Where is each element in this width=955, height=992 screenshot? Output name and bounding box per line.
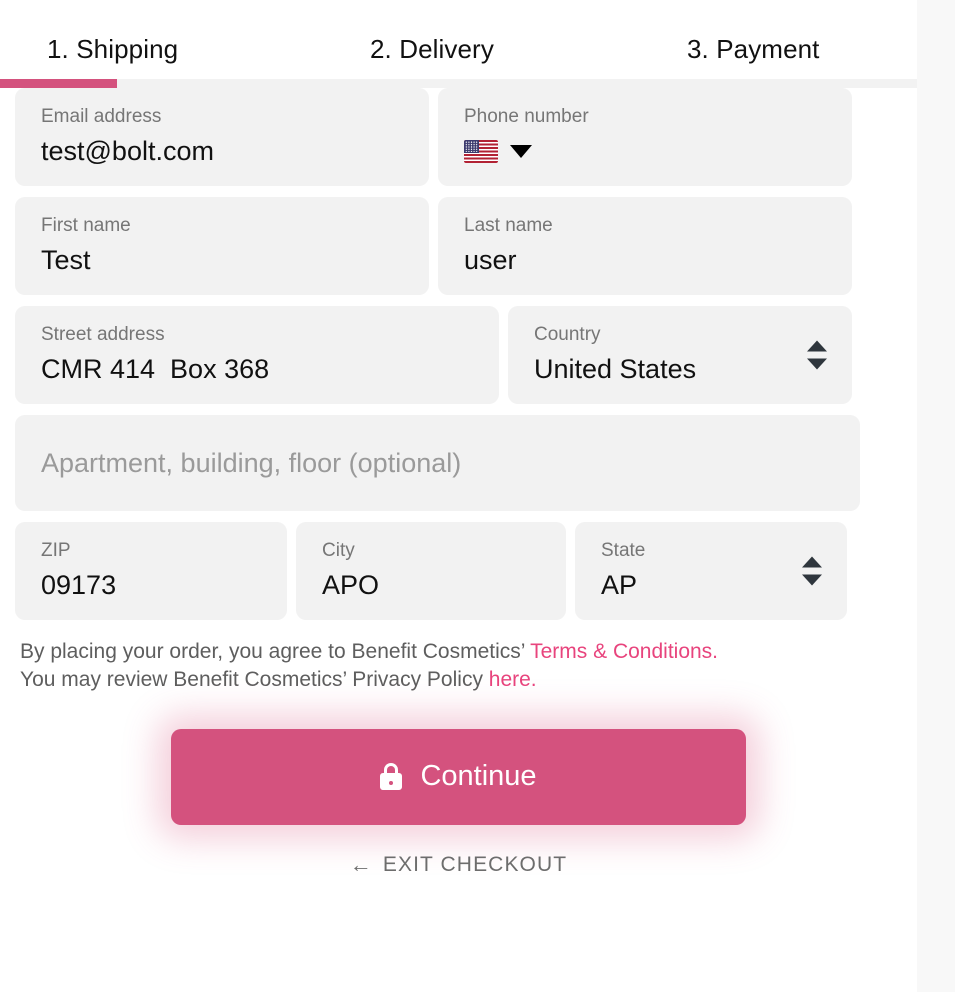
email-field-label: Email address — [41, 106, 162, 127]
country-select-label: Country — [534, 324, 601, 345]
form-row-apartment: Apartment, building, floor (optional) — [15, 415, 902, 511]
exit-checkout-label: EXIT CHECKOUT — [382, 852, 568, 876]
right-side-panel — [917, 0, 955, 992]
terms-and-conditions-link[interactable]: Terms & Conditions. — [530, 640, 718, 663]
last-name-field-label: Last name — [464, 215, 553, 236]
email-field-value: test@bolt.com — [41, 135, 214, 166]
first-name-field-value: Test — [41, 244, 91, 275]
chevron-down-icon[interactable] — [510, 145, 532, 159]
exit-checkout-link[interactable]: ← EXIT CHECKOUT — [350, 853, 567, 877]
privacy-policy-here-link[interactable]: here. — [489, 668, 537, 691]
checkout-panel: 1. Shipping 2. Delivery 3. Payment Email… — [0, 0, 917, 992]
zip-field[interactable]: ZIP 09173 — [15, 522, 287, 620]
last-name-field[interactable]: Last name user — [438, 197, 852, 295]
phone-field-label: Phone number — [464, 106, 589, 127]
phone-country-selector[interactable] — [464, 135, 826, 169]
form-row-name: First name Test Last name user — [15, 197, 902, 295]
state-select-label: State — [601, 540, 646, 561]
checkout-steps: 1. Shipping 2. Delivery 3. Payment — [0, 0, 917, 88]
first-name-field-label: First name — [41, 215, 131, 236]
arrow-left-icon: ← — [349, 851, 373, 877]
tab-payment[interactable]: 3. Payment — [687, 34, 820, 65]
form-row-contact: Email address test@bolt.com Phone number — [15, 88, 902, 186]
progress-fill — [0, 79, 117, 88]
tab-shipping[interactable]: 1. Shipping — [47, 34, 178, 65]
street-address-field[interactable]: Street address CMR 414 Box 368 — [15, 306, 499, 404]
continue-button-container: Continue — [0, 728, 917, 825]
state-select-value: AP — [601, 569, 638, 600]
shipping-form: Email address test@bolt.com Phone number… — [0, 88, 917, 877]
apartment-field-placeholder: Apartment, building, floor (optional) — [41, 447, 462, 478]
tab-shipping-label: 1. Shipping — [47, 34, 179, 64]
continue-button-label: Continue — [420, 760, 537, 793]
up-down-arrows-icon[interactable] — [802, 556, 822, 586]
tab-delivery-label: 2. Delivery — [370, 34, 494, 64]
country-select[interactable]: Country United States — [508, 306, 852, 404]
email-field[interactable]: Email address test@bolt.com — [15, 88, 429, 186]
state-select[interactable]: State AP — [575, 522, 847, 620]
phone-field[interactable]: Phone number — [438, 88, 852, 186]
city-field-label: City — [322, 540, 355, 561]
us-flag-icon — [464, 140, 498, 164]
up-down-arrows-icon[interactable] — [807, 340, 827, 370]
continue-button[interactable]: Continue — [171, 728, 746, 825]
legal-disclaimer: By placing your order, you agree to Bene… — [20, 638, 902, 695]
tab-delivery[interactable]: 2. Delivery — [370, 34, 494, 65]
city-field[interactable]: City APO — [296, 522, 566, 620]
street-address-field-value: CMR 414 Box 368 — [41, 353, 270, 384]
tab-payment-label: 3. Payment — [687, 34, 820, 64]
legal-line2-prefix: You may review Benefit Cosmetics’ Privac… — [20, 668, 489, 692]
street-address-field-label: Street address — [41, 324, 165, 345]
form-row-address: Street address CMR 414 Box 368 Country U… — [15, 306, 902, 404]
apartment-field[interactable]: Apartment, building, floor (optional) — [15, 415, 860, 511]
last-name-field-value: user — [464, 244, 517, 275]
country-select-value: United States — [534, 353, 697, 384]
city-field-value: APO — [322, 569, 380, 600]
legal-line1-prefix: By placing your order, you agree to Bene… — [20, 640, 531, 663]
zip-field-label: ZIP — [41, 540, 71, 561]
exit-checkout-container: ← EXIT CHECKOUT — [0, 853, 917, 877]
zip-field-value: 09173 — [41, 569, 117, 600]
progress-track — [0, 79, 917, 88]
first-name-field[interactable]: First name Test — [15, 197, 429, 295]
lock-icon — [380, 763, 403, 791]
form-row-locality: ZIP 09173 City APO State AP — [15, 522, 902, 620]
